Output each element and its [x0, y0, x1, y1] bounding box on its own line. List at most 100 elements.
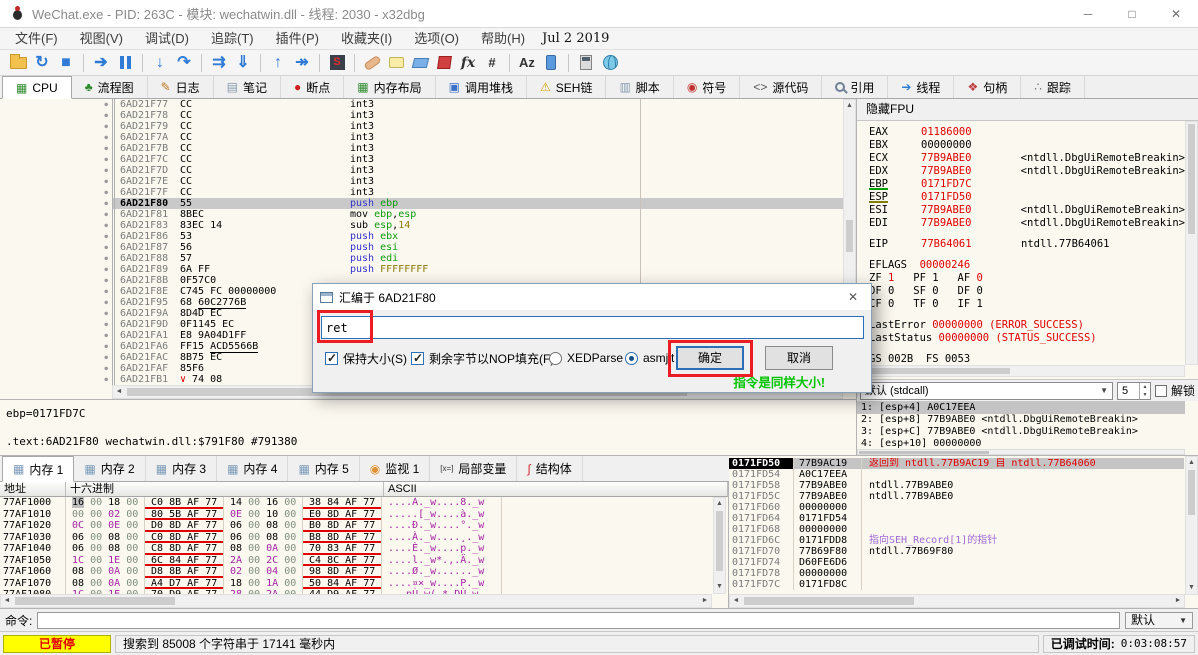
breakpoint-dot-icon[interactable]: ●: [0, 220, 112, 231]
restart-icon[interactable]: ↻: [30, 51, 54, 75]
labels-icon[interactable]: [408, 51, 432, 75]
dialog-close-icon[interactable]: ✕: [844, 288, 862, 306]
scroll-thumb[interactable]: [1188, 124, 1195, 234]
bottom-tab-监视 1[interactable]: ◉监视 1: [360, 456, 431, 481]
memory-row[interactable]: 77AF100016 00 18 00C0 8B AF 7714 00 16 0…: [0, 497, 712, 509]
disassembly-row[interactable]: ●6AD21F77CCint3: [0, 99, 843, 110]
register-row[interactable]: ESP0171FD50: [869, 191, 1185, 204]
keep-size-checkbox[interactable]: 保持大小(S): [325, 350, 407, 366]
checkbox-icon[interactable]: [1155, 385, 1167, 397]
breakpoint-dot-icon[interactable]: ●: [0, 198, 112, 209]
bottom-tab-局部变量[interactable]: [x=]局部变量: [430, 456, 517, 481]
register-row[interactable]: ESI77B9ABE0<ntdll.DbgUiRemoteBreakin>: [869, 204, 1185, 217]
breakpoint-dot-icon[interactable]: ●: [0, 286, 112, 297]
scroll-left-icon[interactable]: ◄: [113, 386, 125, 398]
stack-row[interactable]: 0171FD7800000000: [729, 568, 1184, 579]
register-row[interactable]: EDI77B9ABE0<ntdll.DbgUiRemoteBreakin>: [869, 217, 1185, 230]
argument-row[interactable]: 2: [esp+8] 77B9ABE0 <ntdll.DbgUiRemoteBr…: [857, 414, 1185, 426]
memory-row[interactable]: 77AF104006 00 08 00C8 8D AF 7708 00 0A 0…: [0, 543, 712, 555]
menu-item[interactable]: 文件(F): [4, 28, 69, 50]
register-row[interactable]: ECX77B9ABE0<ntdll.DbgUiRemoteBreakin>: [869, 152, 1185, 165]
command-mode-select[interactable]: 默认 ▼: [1125, 612, 1193, 629]
memory-row[interactable]: 77AF101000 00 02 0080 5B AF 770E 00 10 0…: [0, 509, 712, 521]
menu-item[interactable]: 帮助(H): [470, 28, 536, 50]
register-row[interactable]: GS 002B FS 0053: [869, 353, 1185, 365]
checkbox-icon[interactable]: [411, 352, 424, 365]
breakpoint-dot-icon[interactable]: ●: [0, 187, 112, 198]
tab-seh[interactable]: ⚠SEH链: [527, 76, 606, 98]
breakpoint-dot-icon[interactable]: ●: [0, 308, 112, 319]
disassembly-row[interactable]: ●6AD21F7BCCint3: [0, 143, 843, 154]
disassembly-row[interactable]: ●6AD21F818BECmov ebp,esp: [0, 209, 843, 220]
stack-row[interactable]: 0171FD5877B9ABE0ntdll.77B9ABE0: [729, 480, 1184, 491]
tab-threads[interactable]: ➔线程: [888, 76, 954, 98]
tab-handles[interactable]: ❖句柄: [954, 76, 1021, 98]
register-row[interactable]: LastError 00000000 (ERROR_SUCCESS): [869, 319, 1185, 332]
tab-references[interactable]: 引用: [822, 76, 888, 98]
memory-row[interactable]: 77AF10200C 00 0E 00D0 8D AF 7706 00 08 0…: [0, 520, 712, 532]
breakpoint-dot-icon[interactable]: ●: [0, 341, 112, 352]
stack-row[interactable]: 0171FD5C77B9ABE0ntdll.77B9ABE0: [729, 491, 1184, 502]
breakpoint-dot-icon[interactable]: ●: [0, 275, 112, 286]
register-row[interactable]: EIP77B64061ntdll.77B64061: [869, 238, 1185, 251]
bottom-tab-内存 1[interactable]: ▦内存 1: [2, 456, 74, 482]
disassembly-row[interactable]: ●6AD21F7CCCint3: [0, 154, 843, 165]
menu-item[interactable]: 调试(D): [134, 28, 200, 50]
stack-row[interactable]: 0171FD6C0171FDD8指向SEH_Record[1]的指针: [729, 535, 1184, 546]
bottom-tab-内存 2[interactable]: ▦内存 2: [74, 456, 145, 481]
case-icon[interactable]: Az: [515, 51, 539, 75]
cancel-button[interactable]: 取消: [765, 346, 833, 370]
step-into-source-icon[interactable]: ⇓: [231, 51, 255, 75]
breakpoint-dot-icon[interactable]: ●: [0, 352, 112, 363]
execute-till-return-icon[interactable]: ↑: [266, 51, 290, 75]
asmjit-radio[interactable]: asmjit: [625, 350, 674, 366]
tab-graph[interactable]: ♣流程图: [72, 76, 148, 98]
registers-vscrollbar[interactable]: [1185, 121, 1198, 365]
tab-cpu[interactable]: ▦CPU: [2, 76, 72, 99]
hash-icon[interactable]: #: [480, 51, 504, 75]
tab-log[interactable]: ✎日志: [148, 76, 214, 98]
functions-icon[interactable]: fx: [456, 51, 480, 75]
scroll-thumb[interactable]: [859, 451, 989, 454]
argument-row[interactable]: 3: [esp+C] 77B9ABE0 <ntdll.DbgUiRemoteBr…: [857, 426, 1185, 438]
step-over-icon[interactable]: ↷: [172, 51, 196, 75]
xedparse-radio[interactable]: XEDParse: [549, 350, 623, 366]
register-row[interactable]: LastStatus 00000000 (STATUS_SUCCESS): [869, 332, 1185, 345]
disassembly-row[interactable]: ●6AD21F78CCint3: [0, 110, 843, 121]
stack-row[interactable]: 0171FD7C0171FD8C: [729, 579, 1184, 590]
bottom-tab-内存 4[interactable]: ▦内存 4: [217, 456, 288, 481]
close-button[interactable]: ✕: [1154, 0, 1198, 28]
disassembly-row[interactable]: ●6AD21F8055push ebp: [0, 198, 843, 209]
stack-row[interactable]: 0171FD6000000000: [729, 502, 1184, 513]
calculator-icon[interactable]: [574, 51, 598, 75]
radio-icon[interactable]: [625, 352, 638, 365]
menu-item[interactable]: 追踪(T): [200, 28, 265, 50]
dialog-title-bar[interactable]: 汇编于 6AD21F80: [313, 284, 871, 310]
device-icon[interactable]: [539, 51, 563, 75]
argument-row[interactable]: 4: [esp+10] 00000000: [857, 438, 1185, 449]
run-to-user-code-icon[interactable]: ↠: [290, 51, 314, 75]
disassembly-row[interactable]: ●6AD21F8383EC 14sub esp,14: [0, 220, 843, 231]
nop-fill-checkbox[interactable]: 剩余字节以NOP填充(F): [411, 350, 554, 366]
scroll-left-icon[interactable]: ◄: [730, 595, 742, 607]
breakpoint-dot-icon[interactable]: ●: [0, 110, 112, 121]
breakpoint-dot-icon[interactable]: ●: [0, 319, 112, 330]
scroll-right-icon[interactable]: ►: [1172, 595, 1184, 607]
breakpoint-dot-icon[interactable]: ●: [0, 231, 112, 242]
breakpoint-dot-icon[interactable]: ●: [0, 154, 112, 165]
register-row[interactable]: EBX00000000: [869, 139, 1185, 152]
assemble-instruction-input[interactable]: [321, 316, 864, 339]
scroll-thumb[interactable]: [744, 597, 914, 605]
tab-breakpoints[interactable]: ●断点: [281, 76, 344, 98]
breakpoint-dot-icon[interactable]: ●: [0, 374, 112, 385]
internet-icon[interactable]: [598, 51, 622, 75]
bottom-tab-内存 5[interactable]: ▦内存 5: [288, 456, 359, 481]
tab-script[interactable]: ▥脚本: [606, 76, 673, 98]
register-row[interactable]: CF 0 TF 0 IF 1: [869, 298, 1185, 311]
registers-hscrollbar[interactable]: [857, 365, 1185, 377]
stack-row[interactable]: 0171FD6800000000: [729, 524, 1184, 535]
register-row[interactable]: EDX77B9ABE0<ntdll.DbgUiRemoteBreakin>: [869, 165, 1185, 178]
memory-hscrollbar[interactable]: ◄ ►: [0, 594, 712, 608]
calling-convention-select[interactable]: 默认 (stdcall) ▼: [860, 382, 1113, 400]
stack-row[interactable]: 0171FD5077B9AC19返回到 ntdll.77B9AC19 自 ntd…: [729, 458, 1184, 469]
